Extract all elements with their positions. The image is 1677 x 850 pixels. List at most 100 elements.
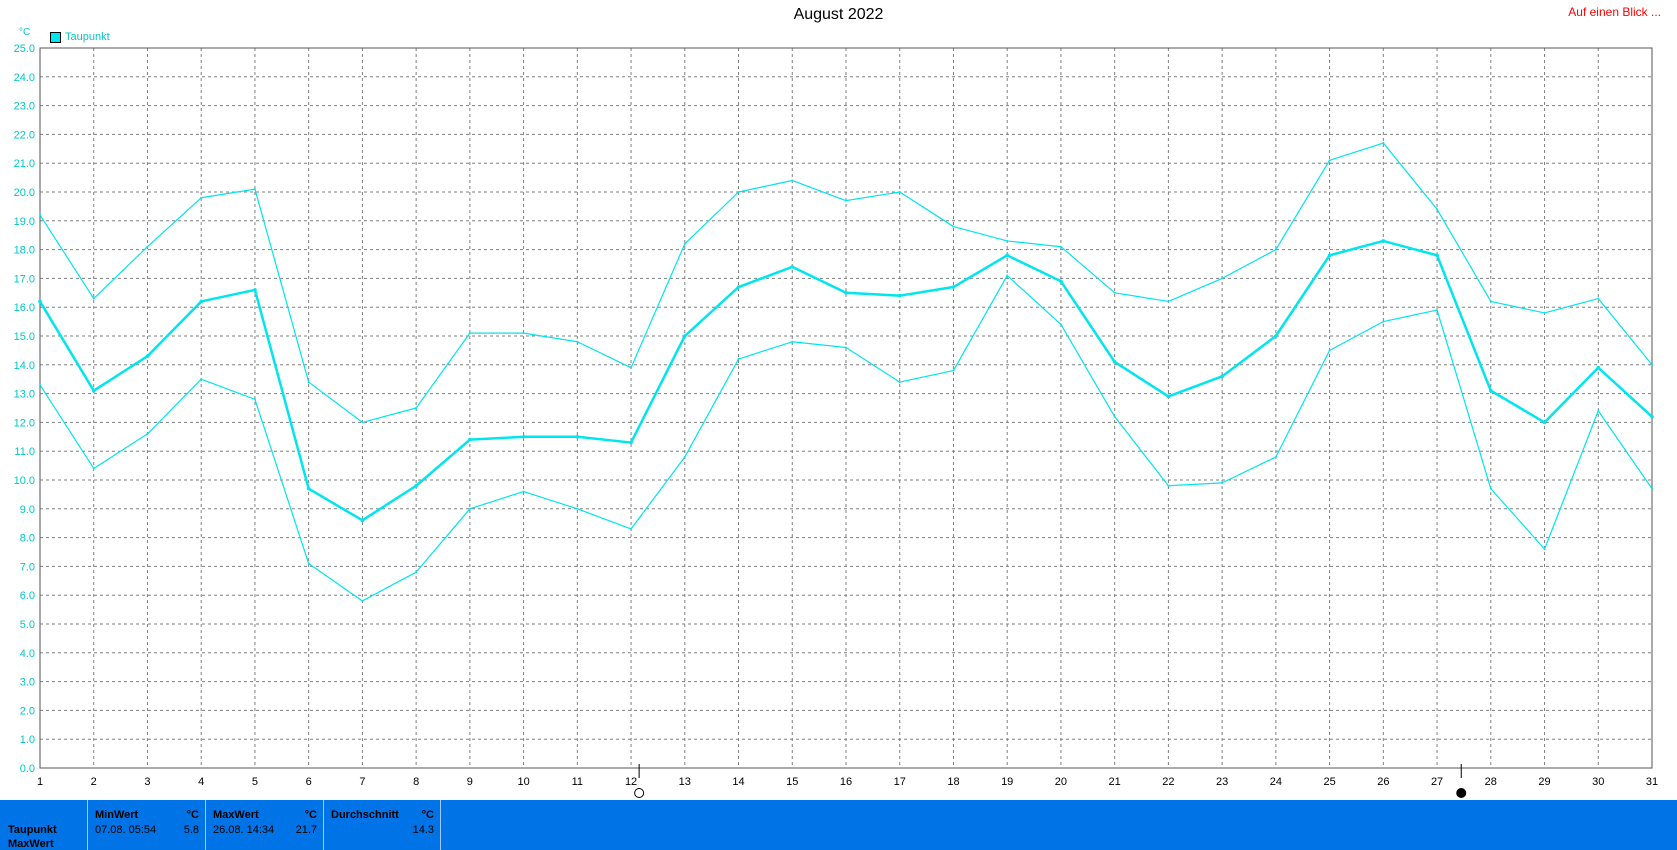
x-tick-label: 11 [572, 776, 583, 788]
data-point-mean [521, 435, 526, 439]
data-point-max [468, 332, 471, 335]
x-tick-label: 16 [840, 776, 852, 788]
x-tick-label: 1 [37, 776, 43, 788]
data-point-max [630, 366, 633, 369]
y-tick-label: 3.0 [20, 677, 35, 689]
data-point-min [307, 562, 310, 565]
x-tick-label: 22 [1162, 776, 1174, 788]
x-tick-label: 31 [1646, 776, 1658, 788]
data-point-max [522, 332, 525, 335]
data-point-mean [1489, 388, 1493, 393]
data-point-mean [790, 265, 795, 269]
y-tick-label: 4.0 [20, 648, 35, 660]
y-tick-label: 22.0 [14, 129, 35, 141]
data-point-mean [844, 291, 848, 295]
data-point-min [522, 490, 525, 493]
data-point-min [146, 432, 149, 435]
data-point-max [146, 245, 149, 248]
y-tick-label: 12.0 [14, 417, 35, 429]
x-tick-label: 5 [252, 776, 258, 788]
x-tick-label: 12 [625, 776, 637, 788]
y-tick-label: 8.0 [20, 533, 35, 545]
y-tick-label: 19.0 [14, 216, 35, 228]
y-tick-label: 20.0 [14, 187, 35, 199]
data-point-max [92, 297, 95, 300]
data-point-mean [1596, 365, 1601, 370]
data-point-min [1436, 309, 1439, 312]
data-point-mean [306, 486, 311, 491]
data-point-max [737, 191, 740, 193]
y-tick-label: 14.0 [14, 360, 35, 372]
max-value: 21.7 [295, 824, 317, 836]
data-point-mean [575, 435, 580, 439]
y-tick-label: 13.0 [14, 389, 35, 401]
grid-layer [40, 48, 1652, 768]
y-tick-label: 18.0 [14, 245, 35, 257]
data-point-min [952, 369, 955, 372]
x-tick-label: 14 [732, 776, 744, 788]
y-tick-label: 0.0 [20, 763, 35, 775]
data-point-min [630, 527, 633, 530]
max-cell: MaxWert °C 26.08. 14:34 21.7 [205, 800, 323, 850]
data-point-mean [1435, 253, 1439, 258]
legend: Taupunkt [50, 31, 110, 43]
x-tick-label: 19 [1001, 776, 1013, 788]
legend-swatch [50, 31, 61, 43]
y-tick-label: 11.0 [14, 446, 35, 458]
avg-unit: °C [421, 809, 434, 821]
new-moon-icon [1456, 788, 1467, 798]
data-point-mean [360, 518, 365, 523]
data-point-max [1221, 277, 1224, 280]
legend-label: Taupunkt [65, 31, 110, 43]
data-point-max [1328, 159, 1331, 162]
y-tick-label: 7.0 [20, 561, 35, 573]
data-point-min [1006, 274, 1009, 277]
data-point-mean [951, 285, 956, 289]
data-point-min [1113, 415, 1116, 418]
data-point-min [1167, 484, 1170, 487]
x-tick-label: 30 [1592, 776, 1604, 788]
data-point-max [253, 188, 256, 191]
data-point-max [361, 421, 364, 424]
data-point-min [92, 467, 95, 470]
min-header: MinWert [95, 809, 139, 821]
min-unit: °C [186, 809, 199, 821]
data-point-min [1382, 320, 1385, 323]
data-point-mean [683, 334, 687, 338]
data-point-max [1382, 142, 1385, 145]
x-tick-label: 7 [359, 776, 365, 788]
data-point-max [39, 214, 41, 217]
x-tick-label: 26 [1377, 776, 1389, 788]
data-point-min [1221, 481, 1224, 484]
x-tick-label: 20 [1055, 776, 1067, 788]
min-cell: MinWert °C 07.08. 05:54 5.8 [87, 800, 205, 850]
data-point-mean [1274, 334, 1278, 338]
data-point-mean [145, 354, 150, 358]
data-point-max [898, 191, 901, 193]
data-point-min [361, 599, 364, 602]
x-tick-label: 3 [144, 776, 150, 788]
axis-layer: 0.01.02.03.04.05.06.07.08.09.010.011.012… [14, 43, 1658, 798]
data-point-mean [199, 299, 203, 304]
data-point-min [1274, 455, 1277, 458]
data-point-mean [629, 440, 633, 445]
y-tick-label: 15.0 [14, 331, 35, 343]
y-tick-label: 10.0 [14, 475, 35, 487]
data-point-min [468, 507, 471, 510]
data-point-min [845, 346, 847, 349]
data-point-min [1651, 487, 1653, 490]
data-point-max [1006, 239, 1009, 242]
overview-link[interactable]: Auf einen Blick ... [1568, 5, 1661, 19]
data-point-min [253, 398, 256, 401]
max-unit: °C [304, 809, 317, 821]
x-tick-label: 25 [1323, 776, 1335, 788]
y-tick-label: 1.0 [20, 734, 35, 746]
x-tick-label: 27 [1431, 776, 1443, 788]
data-point-mean [468, 437, 472, 442]
x-tick-label: 6 [306, 776, 312, 788]
x-tick-label: 9 [467, 776, 473, 788]
row-label-taupunkt: Taupunkt [8, 824, 57, 836]
data-point-mean [1542, 420, 1547, 425]
data-point-max [791, 179, 794, 182]
data-point-mean [1327, 253, 1332, 258]
